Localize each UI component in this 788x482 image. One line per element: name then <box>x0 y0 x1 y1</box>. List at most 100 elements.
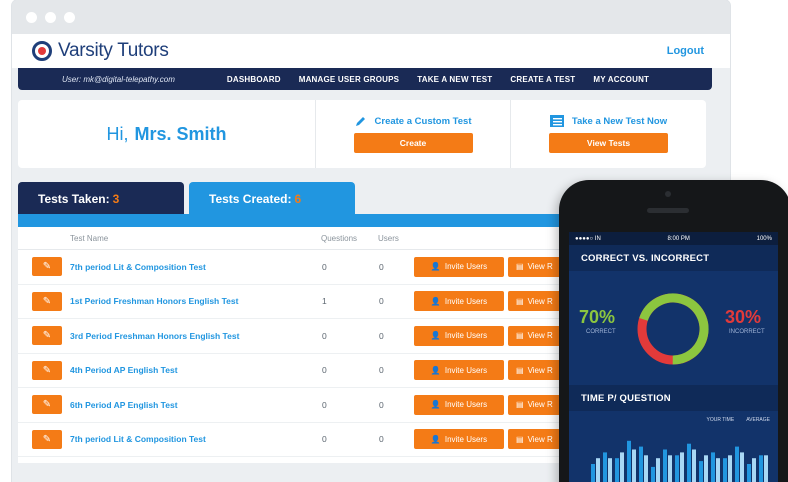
logo-icon <box>32 41 52 61</box>
bar-average <box>740 452 744 482</box>
tab-tests-created[interactable]: Tests Created: 6 <box>189 182 355 215</box>
logout-link[interactable]: Logout <box>667 45 704 57</box>
tab-tests-created-count: 6 <box>294 191 302 206</box>
view-results-label: View R <box>527 262 553 272</box>
welcome-panel: Hi, Mrs. Smith Create a Custom Test Crea… <box>18 100 706 168</box>
correct-vs-incorrect-chart: 70% CORRECT 30% INCORRECT <box>569 271 778 385</box>
app-header: Varsity Tutors Logout <box>12 34 730 68</box>
window-minimize-dot[interactable] <box>45 11 56 23</box>
main-nav: User: mk@digital-telepathy.com DASHBOARD… <box>18 68 712 90</box>
invite-users-button[interactable]: 👤 Invite Users <box>414 291 504 312</box>
brand-logo[interactable]: Varsity Tutors <box>32 40 169 62</box>
bar-your-time <box>627 440 631 482</box>
bar-average <box>644 455 648 482</box>
user-icon: 👤 <box>430 400 441 410</box>
chart-icon: ▤ <box>516 331 524 341</box>
invite-users-label: Invite Users <box>444 262 488 272</box>
question-count: 0 <box>322 399 327 410</box>
question-count: 0 <box>322 330 327 341</box>
test-name-link[interactable]: 4th Period AP English Test <box>70 365 178 375</box>
phone-screen: ●●●●○ IN 8:00 PM 100% CORRECT VS. INCORR… <box>569 232 778 482</box>
phone-time: 8:00 PM <box>667 235 690 242</box>
bar-your-time <box>687 443 691 482</box>
bar-average <box>764 455 768 482</box>
invite-users-button[interactable]: 👤 Invite Users <box>414 394 504 415</box>
nav-item-take-new-test[interactable]: TAKE A NEW TEST <box>417 75 492 84</box>
nav-item-my-account[interactable]: MY ACCOUNT <box>593 75 649 84</box>
greeting-name: Mrs. Smith <box>134 123 227 144</box>
column-questions: Questions <box>321 233 358 243</box>
correct-vs-incorrect-title: CORRECT VS. INCORRECT <box>569 245 778 271</box>
edit-icon[interactable]: ✎ <box>32 326 62 346</box>
question-count: 0 <box>322 261 327 272</box>
invite-users-button[interactable]: 👤 Invite Users <box>414 325 504 346</box>
nav-item-dashboard[interactable]: DASHBOARD <box>227 75 281 84</box>
chart-icon: ▤ <box>516 365 524 375</box>
edit-icon[interactable]: ✎ <box>32 429 62 449</box>
column-users: Users <box>378 233 399 243</box>
bar-average <box>596 458 600 482</box>
edit-icon[interactable]: ✎ <box>32 395 62 415</box>
user-icon: 👤 <box>430 365 441 375</box>
test-name-link[interactable]: 3rd Period Freshman Honors English Test <box>70 331 239 341</box>
invite-users-button[interactable]: 👤 Invite Users <box>414 429 504 450</box>
chart-icon: ▤ <box>516 296 524 306</box>
take-new-test-label: Take a New Test Now <box>571 115 668 127</box>
bar-average <box>620 452 624 482</box>
time-per-question-title: TIME P/ QUESTION <box>569 385 778 411</box>
user-count: 0 <box>379 365 384 376</box>
tab-tests-taken[interactable]: Tests Taken: 3 <box>18 182 184 215</box>
test-name-link[interactable]: 7th period Lit & Composition Test <box>70 262 206 272</box>
create-button[interactable]: Create <box>353 133 473 153</box>
bar-your-time <box>711 452 715 482</box>
user-icon: 👤 <box>430 296 441 306</box>
view-results-label: View R <box>527 434 553 444</box>
nav-item-manage-user-groups[interactable]: MANAGE USER GROUPS <box>299 75 400 84</box>
invite-users-button[interactable]: 👤 Invite Users <box>414 360 504 381</box>
phone-carrier: ●●●●○ IN <box>575 235 601 242</box>
test-name-link[interactable]: 1st Period Freshman Honors English Test <box>70 296 238 306</box>
edit-icon[interactable]: ✎ <box>32 257 62 277</box>
bar-your-time <box>747 464 751 482</box>
bar-your-time <box>603 452 607 482</box>
bar-your-time <box>591 464 595 482</box>
window-close-dot[interactable] <box>26 11 37 23</box>
bar-average <box>728 455 732 482</box>
test-name-link[interactable]: 7th period Lit & Composition Test <box>70 434 206 444</box>
tab-tests-taken-label: Tests Taken: <box>38 191 110 206</box>
user-icon: 👤 <box>430 331 441 341</box>
user-icon: 👤 <box>430 262 441 272</box>
create-custom-test-link[interactable]: Create a Custom Test <box>355 115 471 127</box>
bar-your-time <box>699 461 703 482</box>
user-count: 0 <box>379 261 384 272</box>
nav-user-email: User: mk@digital-telepathy.com <box>62 74 175 84</box>
tab-tests-taken-count: 3 <box>112 191 120 206</box>
custom-test-panel: Create a Custom Test Create <box>316 100 511 168</box>
view-results-label: View R <box>527 365 553 375</box>
bar-average <box>704 455 708 482</box>
phone-battery: 100% <box>756 235 772 242</box>
window-maximize-dot[interactable] <box>64 11 75 23</box>
invite-users-label: Invite Users <box>444 400 488 410</box>
nav-item-create-test[interactable]: CREATE A TEST <box>510 75 575 84</box>
test-name-link[interactable]: 6th Period AP English Test <box>70 400 178 410</box>
chart-icon: ▤ <box>516 400 524 410</box>
bar-average <box>752 458 756 482</box>
view-tests-button[interactable]: View Tests <box>549 133 668 153</box>
greeting-prefix: Hi, <box>106 123 129 144</box>
donut-chart <box>637 293 709 365</box>
take-new-test-link[interactable]: Take a New Test Now <box>549 115 668 127</box>
bar-your-time <box>615 458 619 482</box>
user-count: 0 <box>379 399 384 410</box>
user-icon: 👤 <box>430 434 441 444</box>
invite-users-button[interactable]: 👤 Invite Users <box>414 256 504 277</box>
tab-tests-created-label: Tests Created: <box>209 191 292 206</box>
user-count: 0 <box>379 330 384 341</box>
phone-status-bar: ●●●●○ IN 8:00 PM 100% <box>569 232 778 245</box>
edit-icon[interactable]: ✎ <box>32 360 62 380</box>
bar-average <box>632 449 636 482</box>
edit-icon[interactable]: ✎ <box>32 291 62 311</box>
bar-your-time <box>675 455 679 482</box>
phone-camera <box>665 191 671 197</box>
view-results-label: View R <box>527 400 553 410</box>
